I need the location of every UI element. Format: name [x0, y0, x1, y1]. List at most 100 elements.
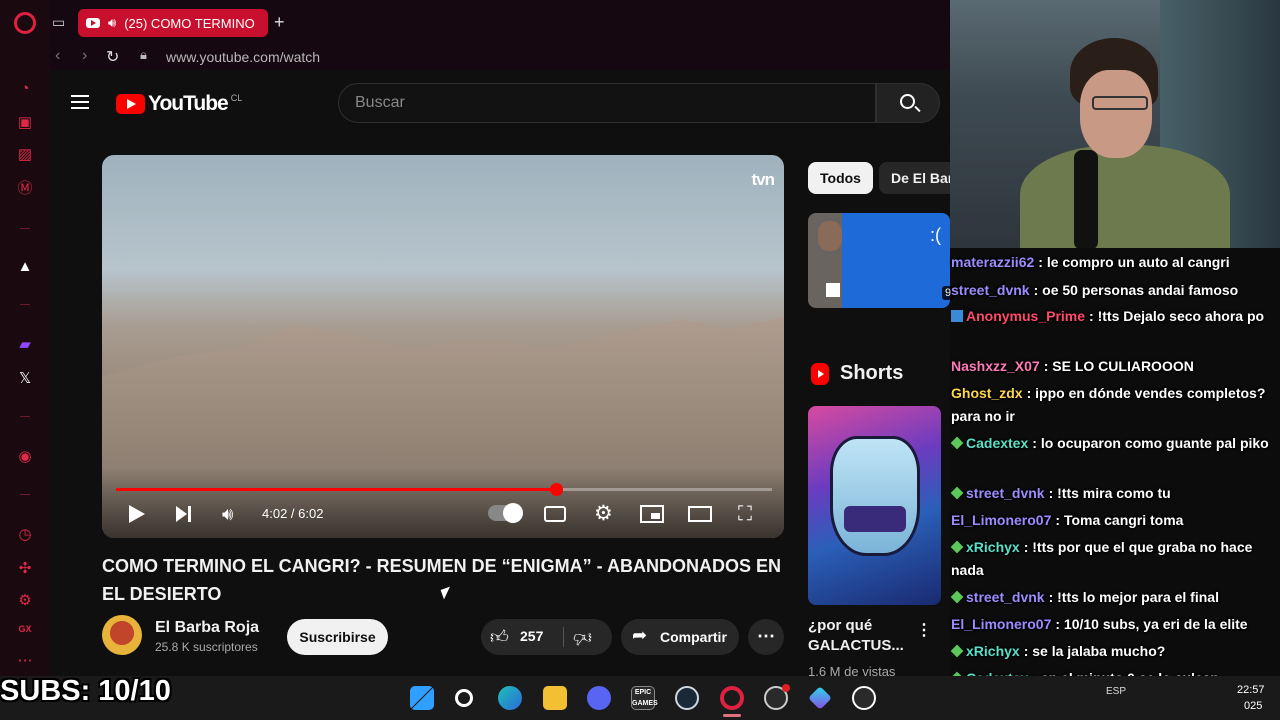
- short-more-icon[interactable]: ⋮: [916, 620, 932, 640]
- speaker-icon[interactable]: 🔊︎: [108, 15, 116, 31]
- chat-username[interactable]: xRichyx: [966, 643, 1020, 659]
- settings-gear-icon[interactable]: ⚙: [594, 501, 613, 526]
- volume-icon[interactable]: 🔊︎: [222, 504, 233, 525]
- shorts-heading: Shorts: [840, 362, 904, 384]
- short-thumbnail[interactable]: [808, 406, 941, 605]
- channel-name[interactable]: El Barba Roja: [155, 619, 259, 637]
- steam-icon[interactable]: [675, 686, 699, 710]
- search-input[interactable]: Buscar: [338, 83, 876, 123]
- chat-username[interactable]: street_dvnk: [951, 282, 1030, 298]
- short-title[interactable]: ¿por qué GALACTUS...: [808, 616, 918, 656]
- ai-icon[interactable]: ▲: [16, 258, 34, 276]
- chat-username[interactable]: Cadextex: [966, 435, 1028, 451]
- more-icon[interactable]: ⋯: [16, 652, 34, 670]
- player-icon[interactable]: ◉: [16, 448, 34, 466]
- theater-mode-icon[interactable]: [688, 506, 712, 522]
- youtube-logo[interactable]: YouTube CL: [116, 92, 242, 116]
- gx-icon[interactable]: GX: [16, 620, 34, 638]
- chat-username[interactable]: Nashxzz_X07: [951, 358, 1040, 374]
- time-display: 4:02 / 6:02: [262, 506, 324, 521]
- recommended-thumbnail[interactable]: :(: [808, 213, 950, 308]
- opera-sidebar: ◔ ▣ ▨ Ⓜ ▲ ▰ 𝕏 ◉ ◷ ✣ ⚙ GX ⋯: [0, 0, 50, 720]
- scrubber-handle[interactable]: [549, 483, 563, 496]
- back-button[interactable]: ‹: [55, 47, 60, 65]
- short-illustration-visor: [844, 506, 906, 532]
- youtube-wordmark: YouTube: [148, 92, 229, 115]
- more-actions-button[interactable]: ⋯: [748, 619, 784, 655]
- next-icon[interactable]: [176, 506, 192, 522]
- streamer-body: [1020, 145, 1230, 248]
- lock-icon[interactable]: 🔒︎: [140, 47, 147, 63]
- subscribe-button[interactable]: Suscribirse: [287, 619, 388, 655]
- tab-workspace-icon[interactable]: ▭: [52, 14, 65, 31]
- chat-username[interactable]: street_dvnk: [966, 589, 1045, 605]
- dislike-icon[interactable]: 👍︎: [573, 627, 592, 649]
- like-icon[interactable]: 👍︎: [490, 626, 509, 648]
- miniplayer-icon[interactable]: [640, 505, 664, 523]
- epic-games-icon[interactable]: EPIC GAMES: [631, 686, 658, 710]
- mail-icon[interactable]: Ⓜ: [16, 180, 34, 198]
- sidebar-divider: [20, 304, 30, 305]
- opera-logo-icon[interactable]: [14, 12, 36, 34]
- browser-tab[interactable]: 🔊︎ (25) COMO TERMINO: [78, 9, 268, 37]
- new-tab-button[interactable]: +: [274, 12, 285, 33]
- chat-message: Nashxzz_X07: SE LO CULIAROOON: [951, 355, 1276, 378]
- settings-icon[interactable]: ⚙: [16, 592, 34, 610]
- clock-time[interactable]: 22:57: [1237, 684, 1265, 696]
- channel-avatar[interactable]: [102, 615, 142, 655]
- chat-username[interactable]: Anonymus_Prime: [966, 308, 1085, 324]
- speed-dial-icon[interactable]: ◔: [16, 80, 34, 98]
- search-icon: [900, 94, 915, 109]
- windows-start-icon[interactable]: [410, 686, 434, 710]
- reload-button[interactable]: ↻: [106, 47, 119, 67]
- chat-message: materazzii62: le compro un auto al cangr…: [951, 251, 1276, 274]
- edge-icon[interactable]: [498, 686, 522, 710]
- chip-all[interactable]: Todos: [808, 162, 873, 194]
- file-explorer-icon[interactable]: [543, 686, 567, 710]
- chat-text: : !tts Dejalo seco ahora po: [1089, 308, 1265, 324]
- chat-username[interactable]: Ghost_zdx: [951, 385, 1023, 401]
- autoplay-toggle[interactable]: [488, 503, 523, 523]
- chat-username[interactable]: street_dvnk: [966, 485, 1045, 501]
- fullscreen-icon[interactable]: ⛶: [738, 503, 752, 526]
- channel-watermark: tvn: [751, 170, 775, 189]
- youtube-play-icon: [116, 94, 145, 114]
- media-player-icon[interactable]: [852, 686, 876, 710]
- menu-icon[interactable]: [71, 95, 89, 109]
- chat-message: El_Limonero07: 10/10 subs, ya eri de la …: [951, 613, 1276, 636]
- chat-username[interactable]: El_Limonero07: [951, 616, 1051, 632]
- chip-from-channel[interactable]: De El Barba Roja: [879, 162, 959, 194]
- discord-icon[interactable]: [587, 686, 611, 710]
- taskbar-search-icon[interactable]: [455, 689, 473, 707]
- video-player[interactable]: tvn 🔊︎ 4:02 / 6:02 ⚙ ⛶: [102, 155, 784, 538]
- shopping-icon[interactable]: ▣: [16, 114, 34, 132]
- x-twitter-icon[interactable]: 𝕏: [16, 370, 34, 388]
- chat-text: : SE LO CULIAROOON: [1043, 358, 1194, 374]
- bsod-frown-icon: :(: [930, 225, 941, 245]
- subtitles-icon[interactable]: [544, 506, 566, 522]
- play-icon[interactable]: [129, 505, 145, 523]
- gaming-icon[interactable]: ▨: [16, 146, 34, 164]
- sidebar-divider: [20, 228, 30, 229]
- history-icon[interactable]: ◷: [16, 526, 34, 544]
- channel-subscribers: 25.8 K suscriptores: [155, 640, 258, 654]
- sidebar-divider: [20, 416, 30, 417]
- extensions-icon[interactable]: ✣: [16, 560, 34, 578]
- progress-bar[interactable]: [116, 483, 772, 496]
- sub-badge-icon: [950, 436, 964, 450]
- chat-text: : le compro un auto al cangri: [1038, 254, 1230, 270]
- sub-badge-icon: [950, 644, 964, 658]
- forward-button[interactable]: ›: [82, 47, 87, 65]
- search-button[interactable]: [876, 83, 940, 123]
- chat-username[interactable]: materazzii62: [951, 254, 1034, 270]
- chat-username[interactable]: xRichyx: [966, 539, 1020, 555]
- clock-date[interactable]: 025: [1244, 700, 1262, 712]
- youtube-favicon-icon: [86, 18, 100, 28]
- chat-username[interactable]: El_Limonero07: [951, 512, 1051, 528]
- like-count[interactable]: 257: [520, 628, 543, 644]
- progress-fill: [116, 488, 556, 491]
- keyboard-language[interactable]: ESP: [1106, 686, 1126, 697]
- opera-taskbar-icon[interactable]: [720, 686, 744, 710]
- url-field[interactable]: www.youtube.com/watch: [166, 49, 320, 65]
- twitch-icon[interactable]: ▰: [16, 336, 34, 354]
